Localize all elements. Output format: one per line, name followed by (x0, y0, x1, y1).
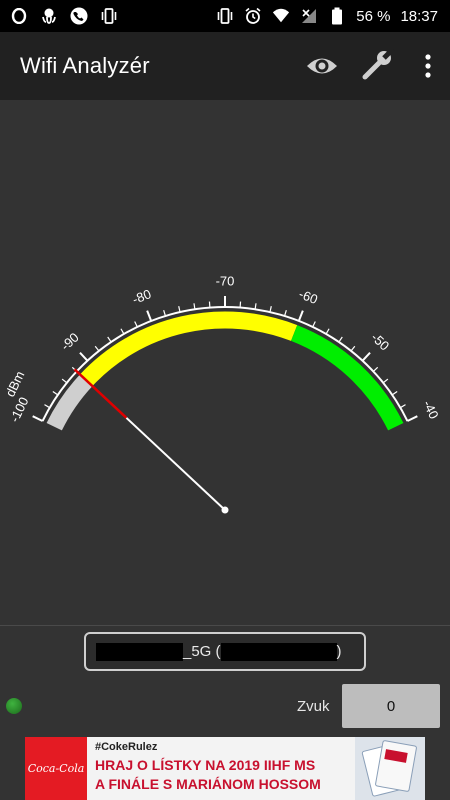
gauge-tick (52, 391, 59, 396)
eye-icon (307, 58, 337, 74)
ad-banner[interactable]: Coca-Cola #CokeRulez HRAJ O LÍSTKY NA 20… (25, 737, 425, 800)
coca-cola-logo: Coca-Cola (25, 737, 87, 800)
gauge-tick (297, 310, 304, 322)
status-led (6, 698, 22, 714)
phone-call-icon (70, 7, 88, 25)
gauge-scale-label: -90 (58, 330, 82, 354)
gauge-tick (372, 366, 379, 372)
view-toggle-button[interactable] (294, 38, 350, 94)
gauge-pivot (221, 506, 229, 514)
signal-strength-gauge: -100 -90 -80 -70 -60 -50 -40 dBm (2, 273, 442, 514)
gauge-tick (94, 345, 100, 352)
gauge-tick (382, 378, 389, 384)
gauge-tick (107, 336, 112, 343)
wrench-icon (362, 49, 395, 80)
main-content: -100 -90 -80 -70 -60 -50 -40 dBm _5G ( ) Zvuk 0… (0, 100, 450, 800)
gauge-tick (146, 310, 153, 322)
clock-time: 18:37 (400, 7, 438, 25)
gauge-unit-label: dBm (2, 369, 27, 400)
gauge-scale-label: -60 (297, 286, 320, 307)
app-bar: Wifi Analyzér (0, 32, 450, 100)
opera-icon (10, 7, 28, 25)
gauge-tick (32, 415, 43, 422)
gauge-tick (120, 328, 125, 335)
status-bar: 56 % 18:37 (0, 0, 450, 32)
sound-toggle-button[interactable]: 0 (342, 684, 440, 728)
ad-tag: #CokeRulez (95, 741, 158, 753)
network-label-end: ) (336, 643, 342, 660)
octopus-icon (40, 7, 58, 25)
vibrate-mode-icon (216, 7, 234, 25)
alarm-icon (244, 7, 262, 25)
battery-icon (328, 7, 346, 25)
ad-headline-1: HRAJ O LÍSTKY NA 2019 IIHF MS (95, 757, 316, 773)
divider (0, 625, 450, 626)
ad-headline-2: A FINÁLE S MARIÁNOM HOSSOM (95, 776, 321, 792)
vibrate-icon (100, 7, 118, 25)
gauge-tick (284, 310, 287, 317)
gauge-tick (163, 310, 166, 317)
gauge-scale-label: -70 (216, 273, 235, 288)
gauge-scale-label: -40 (420, 398, 442, 421)
gauge-tick (350, 345, 356, 352)
app-title: Wifi Analyzér (20, 53, 150, 78)
cellular-no-signal-icon (300, 7, 318, 25)
gauge-tick (44, 404, 50, 409)
gauge-tick (79, 351, 89, 362)
network-selector[interactable]: _5G ( ) (84, 632, 366, 671)
settings-button[interactable] (350, 38, 406, 94)
gauge-tick (325, 328, 330, 335)
gauge-zone-1 (79, 311, 298, 387)
network-label-middle: _5G ( (183, 643, 221, 660)
wifi-signal-icon (272, 7, 290, 25)
gauge-zone-0 (46, 374, 93, 431)
gauge-scale-label: -100 (7, 395, 32, 425)
gauge-scale-label: -80 (130, 286, 153, 307)
overflow-menu-button[interactable] (406, 38, 450, 94)
gauge-tick (400, 404, 406, 409)
gauge-tick (134, 321, 138, 328)
gauge-tick (407, 415, 418, 422)
redacted-network-mac (220, 642, 337, 661)
overflow-menu-icon (425, 54, 431, 78)
gauge-tick (361, 351, 371, 362)
redacted-network-name (96, 642, 183, 661)
gauge-tick (338, 336, 343, 343)
sound-label: Zvuk (297, 698, 330, 715)
ticket-image-icon (355, 737, 425, 800)
gauge-tick (312, 321, 316, 328)
gauge-tick (61, 378, 68, 384)
battery-percent: 56 % (356, 7, 391, 25)
gauge-tick (391, 391, 398, 396)
gauge-scale-label: -50 (368, 330, 392, 354)
gauge-needle (125, 417, 226, 511)
